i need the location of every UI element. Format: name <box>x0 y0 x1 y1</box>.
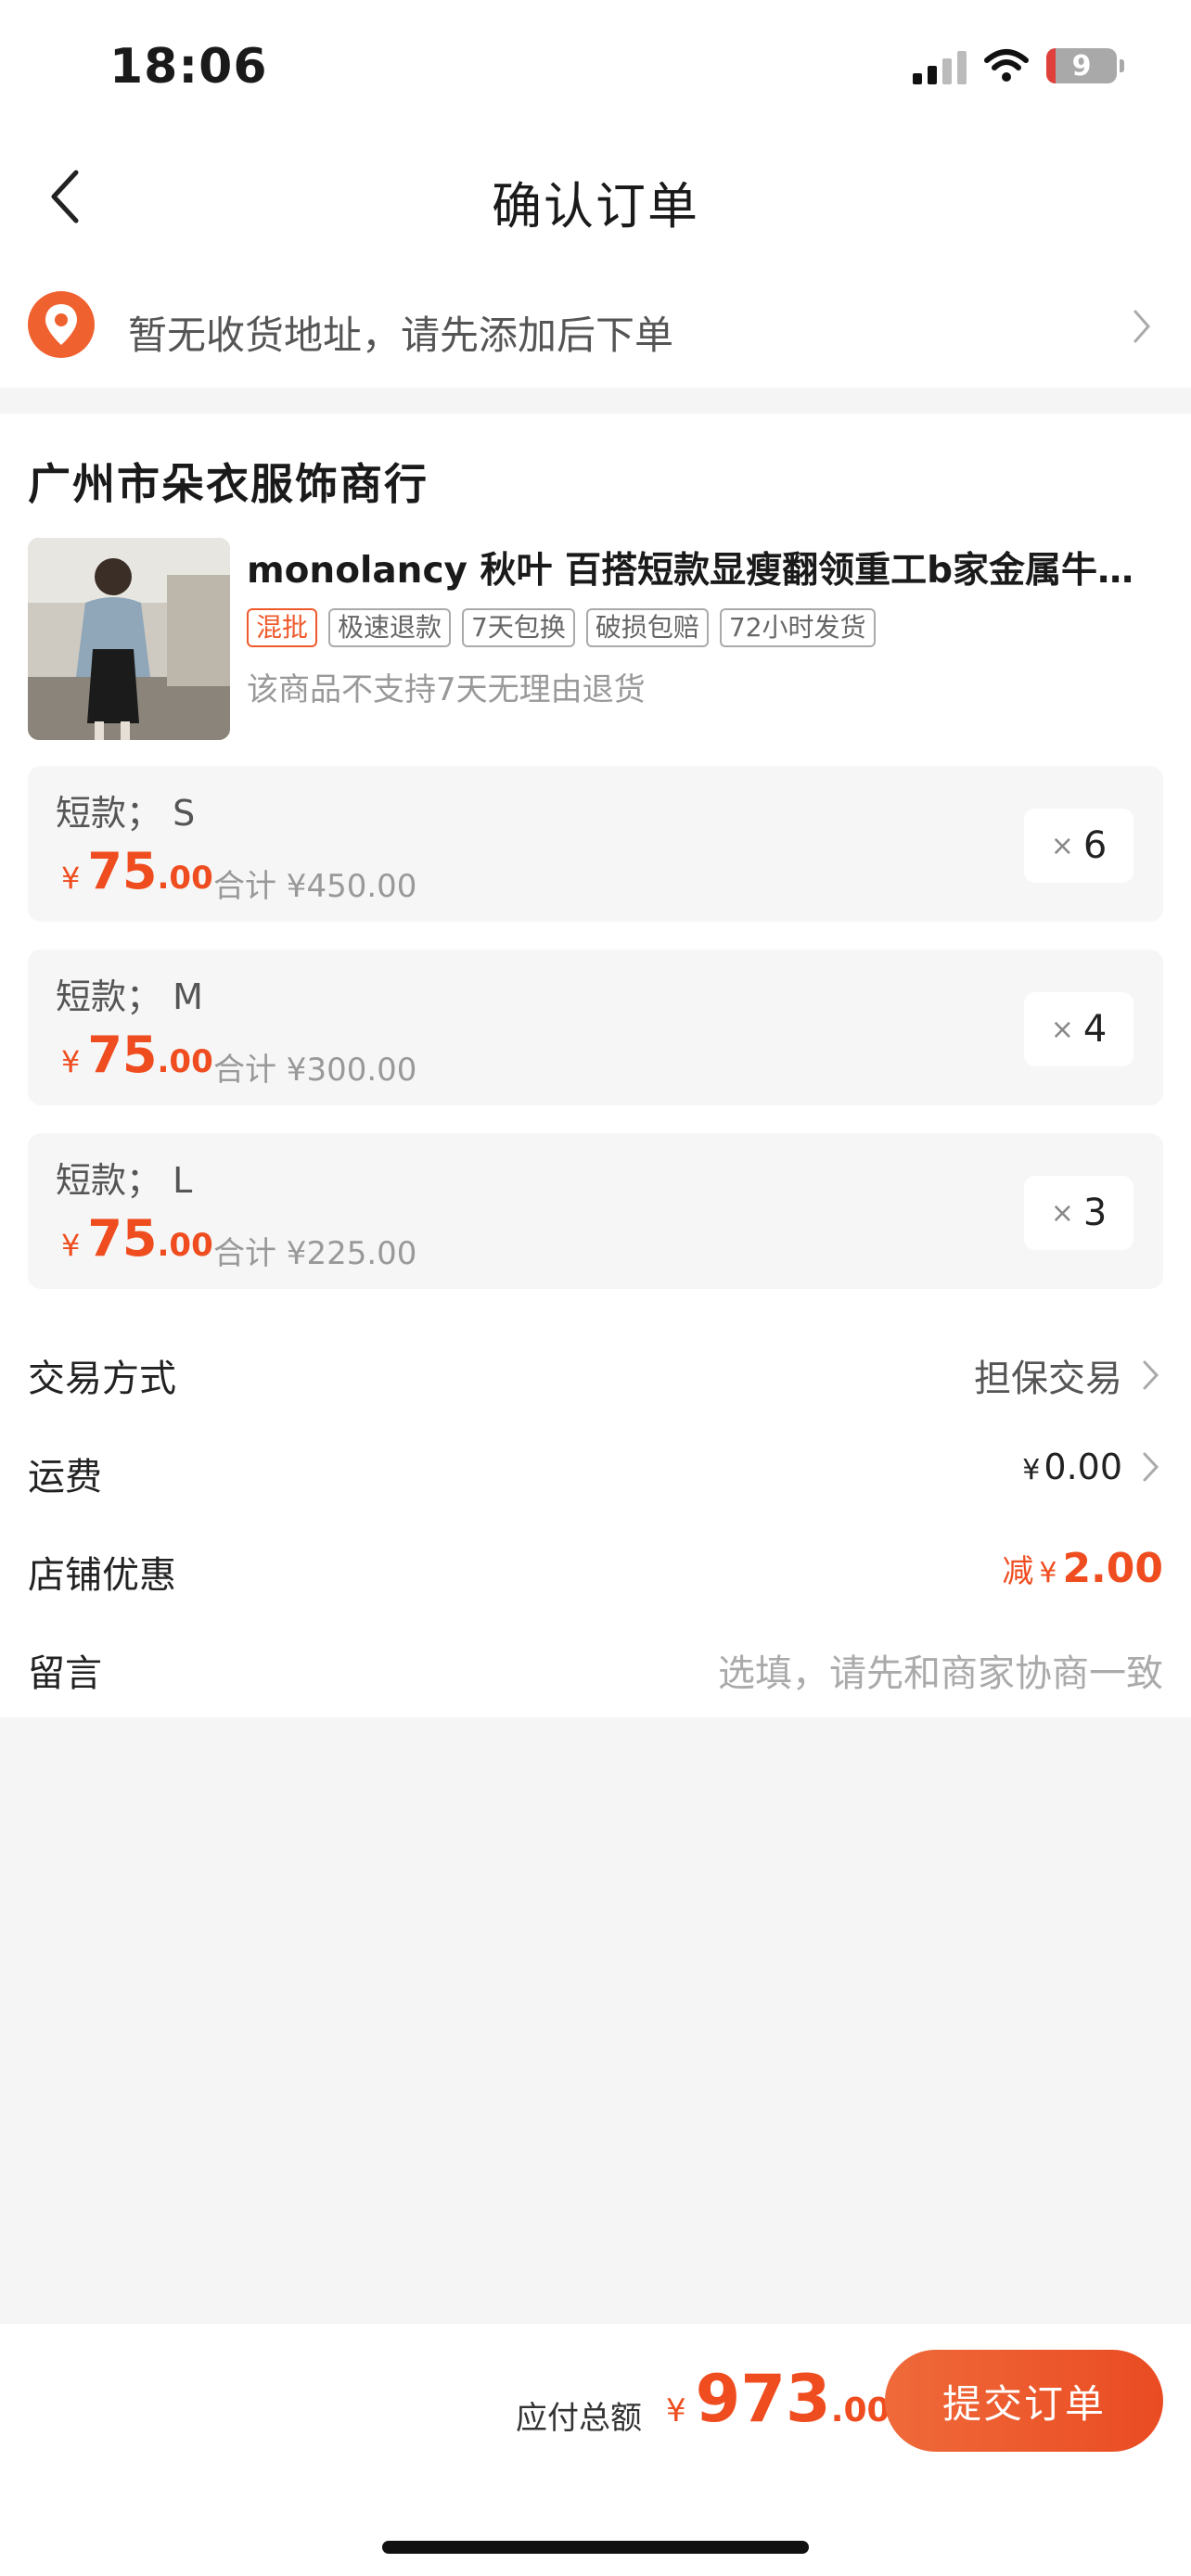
currency-symbol: ¥ <box>1039 1557 1057 1589</box>
discount-amount: 2.00 <box>1062 1545 1163 1592</box>
message-input[interactable]: 选填，请先和商家协商一致 <box>718 1643 1163 1697</box>
quantity-value: 6 <box>1082 824 1108 867</box>
tag-fast-refund: 极速退款 <box>328 608 452 647</box>
shop-name: 广州市朵衣服饰商行 <box>28 459 429 509</box>
total-label: 应付总额 <box>516 2400 642 2437</box>
shipping-fee-row[interactable]: 运费 ¥0.00 <box>28 1437 1163 1511</box>
header-area: 18:06 9 确认订单 暂无收货地址，请先添加后下单 <box>0 0 1191 388</box>
tag-7day-exchange: 7天包换 <box>462 608 575 647</box>
price-integer: 75 <box>87 842 158 900</box>
quantity-value: 4 <box>1082 1008 1108 1051</box>
bottom-bar: 应付总额 ¥ 973 .00 提交订单 <box>0 2324 1191 2576</box>
tag-72h-shipping: 72小时发货 <box>719 608 876 647</box>
submit-order-button[interactable]: 提交订单 <box>885 2350 1163 2452</box>
product-tags: 混批 极速退款 7天包换 破损包赔 72小时发货 <box>247 608 876 647</box>
sku-row: 短款； L ¥ 75 .00 合计 ¥225.00 × 3 <box>28 1133 1163 1289</box>
chevron-right-icon <box>1143 1360 1159 1390</box>
shipping-fee-label: 运费 <box>28 1456 102 1498</box>
location-pin-icon <box>28 291 95 358</box>
shipping-fee-amount: 0.00 <box>1044 1447 1122 1487</box>
price-decimal: .00 <box>157 860 213 897</box>
return-policy-note: 该商品不支持7天无理由退货 <box>247 671 646 708</box>
discount-prefix: 减 <box>1002 1553 1034 1590</box>
price-integer: 75 <box>87 1209 158 1268</box>
wifi-icon <box>984 49 1029 82</box>
product-title[interactable]: monolancy 秋叶 百搭短款显瘦翻领重工b家金属牛仔外套 <box>247 542 1165 593</box>
multiply-sign: × <box>1050 1196 1074 1230</box>
page-title: 确认订单 <box>492 177 699 236</box>
message-label: 留言 <box>28 1652 102 1695</box>
sku-price: ¥ 75 .00 <box>61 1026 213 1084</box>
total-amount: ¥ 973 .00 <box>666 2361 890 2437</box>
shipping-fee-value: ¥0.00 <box>1022 1447 1122 1487</box>
total-decimal: .00 <box>830 2391 890 2429</box>
home-indicator[interactable] <box>382 2541 809 2554</box>
trade-method-value: 担保交易 <box>974 1358 1122 1400</box>
sku-subtotal: 合计 ¥300.00 <box>213 1052 417 1089</box>
product-thumbnail[interactable] <box>28 538 230 740</box>
tag-damage-compensation: 破损包赔 <box>585 608 709 647</box>
sku-row: 短款； S ¥ 75 .00 合计 ¥450.00 × 6 <box>28 766 1163 922</box>
price-integer: 75 <box>87 1026 158 1084</box>
shop-discount-row: 店铺优惠 减 ¥ 2.00 <box>28 1536 1163 1610</box>
quantity-badge[interactable]: × 3 <box>1024 1176 1133 1250</box>
sku-row: 短款； M ¥ 75 .00 合计 ¥300.00 × 4 <box>28 950 1163 1105</box>
message-row[interactable]: 留言 选填，请先和商家协商一致 <box>28 1634 1163 1708</box>
status-time: 18:06 <box>109 39 268 95</box>
order-card: 广州市朵衣服饰商行 monolancy 秋叶 百搭短款显瘦翻领重工b家金属牛仔外… <box>0 414 1191 1717</box>
sku-label: 短款； M <box>56 976 203 1017</box>
shop-discount-value: 减 ¥ 2.00 <box>1002 1545 1163 1592</box>
chevron-right-icon <box>1133 310 1150 343</box>
quantity-badge[interactable]: × 6 <box>1024 809 1133 883</box>
currency-symbol: ¥ <box>61 1228 81 1263</box>
currency-symbol: ¥ <box>666 2392 686 2429</box>
price-decimal: .00 <box>157 1043 213 1080</box>
address-row[interactable]: 暂无收货地址，请先添加后下单 <box>0 278 1191 388</box>
currency-symbol: ¥ <box>61 1044 81 1079</box>
sku-subtotal: 合计 ¥450.00 <box>213 868 417 905</box>
sku-label: 短款； S <box>56 793 196 834</box>
currency-symbol: ¥ <box>1022 1454 1041 1486</box>
quantity-value: 3 <box>1082 1192 1108 1234</box>
address-placeholder: 暂无收货地址，请先添加后下单 <box>128 312 674 358</box>
total-integer: 973 <box>695 2361 831 2437</box>
sku-subtotal: 合计 ¥225.00 <box>213 1235 417 1272</box>
quantity-badge[interactable]: × 4 <box>1024 992 1133 1066</box>
multiply-sign: × <box>1050 829 1074 862</box>
trade-method-label: 交易方式 <box>28 1358 176 1400</box>
currency-symbol: ¥ <box>61 861 81 896</box>
battery-icon: 9 <box>1046 48 1124 83</box>
chevron-right-icon <box>1143 1452 1159 1482</box>
tag-mixed-batch: 混批 <box>247 608 318 647</box>
status-icons: 9 <box>913 45 1124 87</box>
trade-method-row[interactable]: 交易方式 担保交易 <box>28 1339 1163 1413</box>
price-decimal: .00 <box>157 1227 213 1264</box>
shop-discount-label: 店铺优惠 <box>28 1554 176 1597</box>
sku-price: ¥ 75 .00 <box>61 842 213 900</box>
sku-price: ¥ 75 .00 <box>61 1209 213 1268</box>
sku-label: 短款； L <box>56 1160 193 1201</box>
signal-icon <box>913 47 967 84</box>
multiply-sign: × <box>1050 1013 1074 1046</box>
